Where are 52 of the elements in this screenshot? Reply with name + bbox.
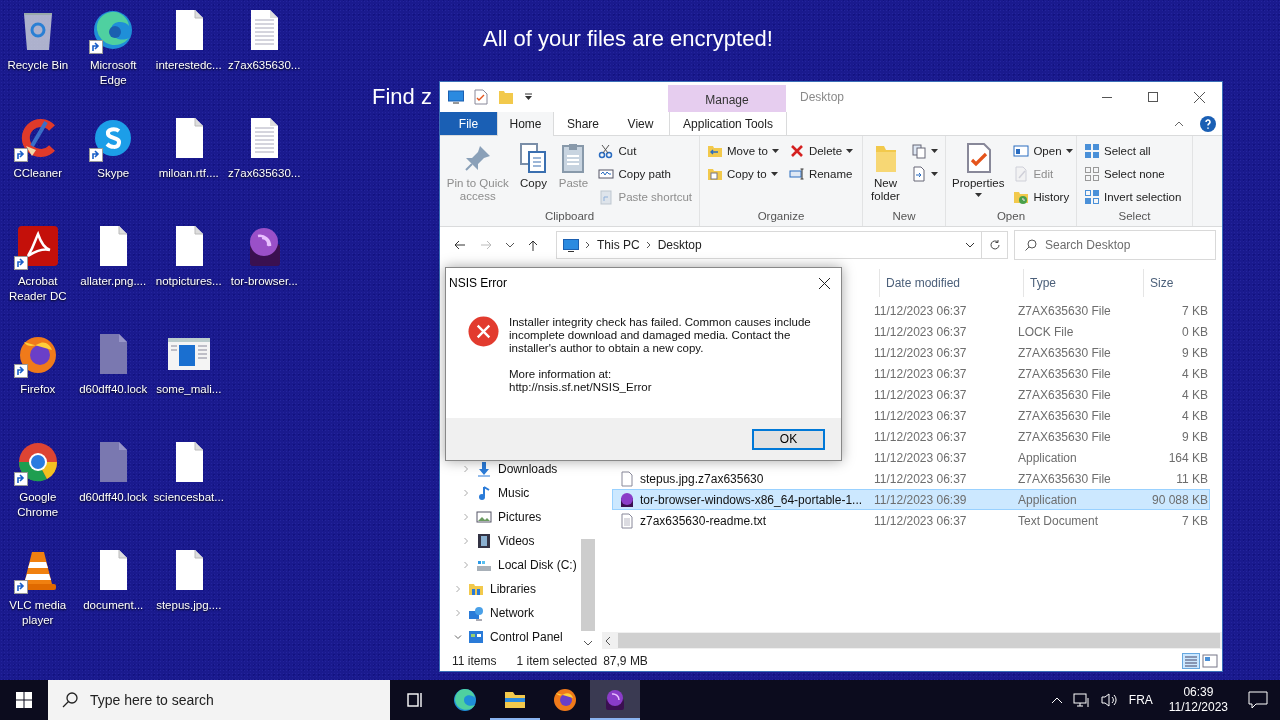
banner-text: Find z xyxy=(372,84,432,110)
type-cell-text: Application xyxy=(1018,450,1078,465)
date-cell-text: 11/12/2023 06:37 xyxy=(874,513,968,528)
size-cell-text: 7 KB xyxy=(1181,303,1208,318)
size-cell-text: 4 KB xyxy=(1181,408,1208,423)
item-count: 11 items xyxy=(452,654,497,668)
size-cell-text: 7 KB xyxy=(1181,513,1208,528)
size-cell-text: 164 KB xyxy=(1167,450,1208,465)
window-title: Desktop xyxy=(800,90,845,104)
size-cell-text: 11 KB xyxy=(1175,471,1208,486)
ribbon-group-label: New xyxy=(891,210,917,224)
ribbon-group-label: Select xyxy=(1117,210,1152,224)
context-tab-header: Manage xyxy=(668,85,786,112)
date-cell-text: 11/12/2023 06:37 xyxy=(874,450,968,465)
info-label: More information at: xyxy=(509,368,612,381)
ribbon-group-label: Clipboard xyxy=(543,210,596,224)
type-cell-text: Z7AX635630 File xyxy=(1018,366,1112,381)
size-cell-text: 4 KB xyxy=(1181,387,1208,402)
type-cell-text: LOCK File xyxy=(1018,324,1075,339)
size-cell-text: 90 088 KB xyxy=(1150,492,1208,507)
ribbon-group-label: Open xyxy=(995,210,1027,224)
type-cell-text: Z7AX635630 File xyxy=(1018,345,1112,360)
file-name: z7ax635630-readme.txt xyxy=(640,513,767,528)
type-cell-text: Z7AX635630 File xyxy=(1018,429,1112,444)
date-cell-text: 11/12/2023 06:37 xyxy=(874,324,968,339)
size-cell-text: 0 KB xyxy=(1181,324,1208,339)
type-cell-text: Z7AX635630 File xyxy=(1018,387,1112,402)
ribbon-group-label: Organize xyxy=(756,210,806,224)
date-cell-text: 11/12/2023 06:37 xyxy=(874,429,968,444)
date-cell-text: 11/12/2023 06:37 xyxy=(874,471,968,486)
size-cell-text: 4 KB xyxy=(1181,366,1208,381)
date-cell-text: 11/12/2023 06:37 xyxy=(874,366,968,381)
banner-text: All of your files are encrypted! xyxy=(483,26,773,52)
dialog-title: NSIS Error xyxy=(449,276,508,290)
size-cell-text: 9 KB xyxy=(1181,345,1208,360)
type-cell-text: Application xyxy=(1018,492,1078,507)
error-message: Installer integrity check has failed. Common causes include incomplete download and damaged media. Contact the installer's author to obtain a new copy. xyxy=(509,316,812,355)
date-cell-text: 11/12/2023 06:37 xyxy=(874,303,968,318)
selection-count: 1 item selected xyxy=(516,654,598,668)
size-cell-text: 9 KB xyxy=(1181,429,1208,444)
file-name: stepus.jpg.z7ax635630 xyxy=(640,471,764,486)
type-cell-text: Z7AX635630 File xyxy=(1018,303,1112,318)
date-cell-text: 11/12/2023 06:37 xyxy=(874,345,968,360)
date-cell-text: 11/12/2023 06:39 xyxy=(874,492,968,507)
type-cell-text: Z7AX635630 File xyxy=(1018,471,1112,486)
date-cell-text: 11/12/2023 06:37 xyxy=(874,408,968,423)
type-cell-text: Z7AX635630 File xyxy=(1018,408,1112,423)
selection-size: 87,9 MB xyxy=(603,654,648,668)
type-cell-text: Text Document xyxy=(1018,513,1100,528)
info-url: http://nsis.sf.net/NSIS_Error xyxy=(509,381,652,394)
date-cell-text: 11/12/2023 06:37 xyxy=(874,387,968,402)
file-name: tor-browser-windows-x86_64-portable-1... xyxy=(640,492,863,507)
